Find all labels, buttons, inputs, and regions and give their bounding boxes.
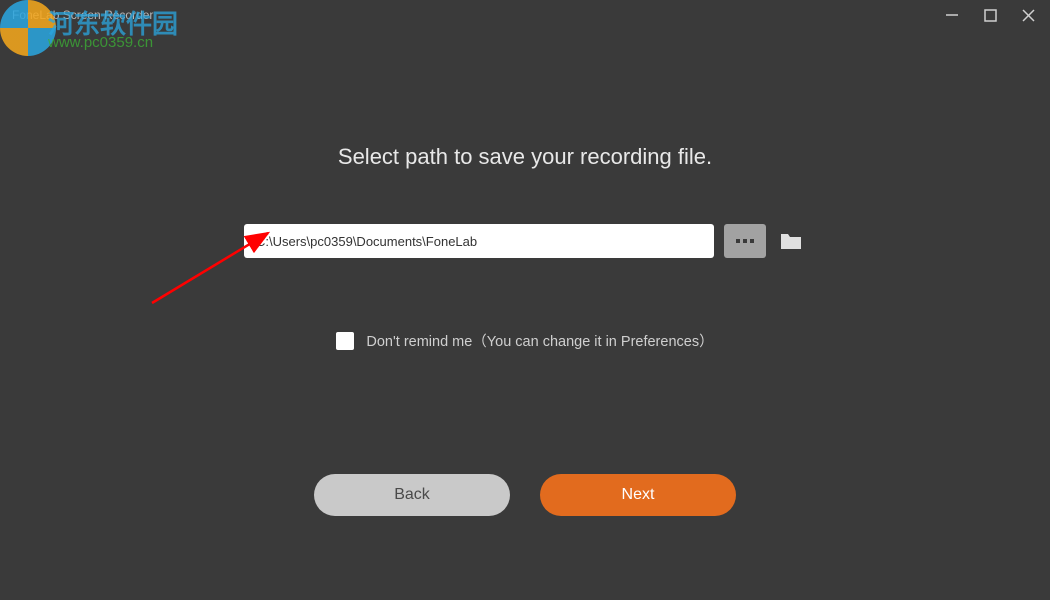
dont-remind-label: Don't remind me（You can change it in Pre…: [366, 330, 713, 351]
folder-icon: [779, 231, 803, 251]
minimize-icon: [945, 8, 959, 22]
window-controls: [942, 5, 1038, 25]
button-row: Back Next: [0, 474, 1050, 516]
maximize-icon: [984, 9, 997, 22]
save-path-input[interactable]: [244, 224, 714, 258]
minimize-button[interactable]: [942, 5, 962, 25]
remind-row: Don't remind me（You can change it in Pre…: [336, 330, 713, 351]
back-button[interactable]: Back: [314, 474, 510, 516]
titlebar: FoneLab Screen Recorder: [0, 0, 1050, 30]
dont-remind-checkbox[interactable]: [336, 332, 354, 350]
ellipsis-icon: [736, 239, 740, 243]
window-title: FoneLab Screen Recorder: [12, 8, 153, 22]
open-folder-button[interactable]: [776, 224, 806, 258]
path-row: [244, 224, 806, 258]
page-heading: Select path to save your recording file.: [338, 144, 712, 170]
main-content: Select path to save your recording file.…: [0, 30, 1050, 351]
maximize-button[interactable]: [980, 5, 1000, 25]
next-button[interactable]: Next: [540, 474, 736, 516]
browse-button[interactable]: [724, 224, 766, 258]
close-button[interactable]: [1018, 5, 1038, 25]
close-icon: [1021, 8, 1036, 23]
